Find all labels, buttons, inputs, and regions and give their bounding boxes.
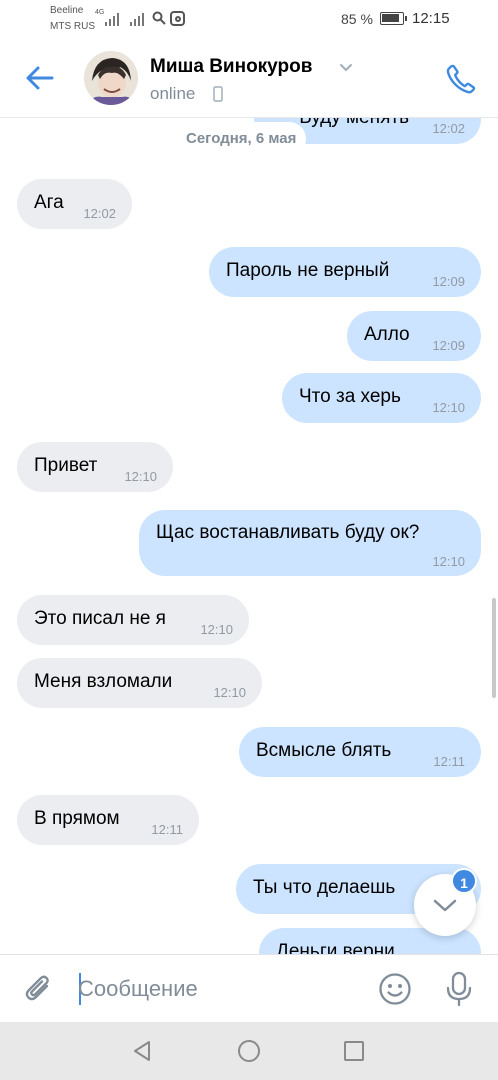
message-time: 12:10 bbox=[432, 400, 465, 415]
message-time: 12:10 bbox=[200, 622, 233, 637]
battery-percent: 85 % bbox=[341, 11, 373, 27]
message-time: 12:11 bbox=[151, 822, 183, 837]
message-time: 12:10 bbox=[432, 554, 465, 569]
system-navigation-bar bbox=[0, 1022, 498, 1080]
message-bubble-out[interactable]: Щас востанавливать буду ок? 12:10 bbox=[139, 510, 481, 576]
message-time: 12:10 bbox=[124, 469, 157, 484]
message-bubble-out[interactable]: Пароль не верный 12:09 bbox=[209, 247, 481, 297]
message-time: 12:09 bbox=[432, 274, 465, 289]
message-time: 12:10 bbox=[213, 685, 246, 700]
message-text: Щас востанавливать буду ок? bbox=[156, 522, 420, 543]
message-time: 12:11 bbox=[433, 754, 465, 769]
message-bubble-out[interactable]: Что за херь 12:10 bbox=[282, 373, 481, 423]
nav-home-icon[interactable] bbox=[238, 1040, 260, 1062]
signal-icon-2 bbox=[130, 13, 144, 26]
instagram-icon bbox=[170, 11, 185, 26]
message-input[interactable] bbox=[78, 969, 358, 1009]
chat-header: Миша Винокуров online bbox=[0, 38, 498, 118]
message-bubble-in[interactable]: В прямом 12:11 bbox=[17, 795, 199, 845]
signal-icon bbox=[105, 13, 119, 26]
message-composer bbox=[0, 954, 498, 1022]
carrier-name-2: MTS RUS bbox=[50, 21, 95, 32]
arrow-left-icon bbox=[26, 66, 54, 90]
message-text: Ага bbox=[34, 192, 64, 213]
message-text: Привет bbox=[34, 455, 98, 476]
chevron-down-icon[interactable] bbox=[338, 60, 354, 74]
scrollbar[interactable] bbox=[492, 598, 496, 698]
carrier-name-1: Beeline bbox=[50, 5, 84, 16]
status-clock: 12:15 bbox=[412, 10, 450, 27]
battery-icon bbox=[380, 12, 407, 25]
message-time: 12:02 bbox=[83, 206, 116, 221]
call-button[interactable] bbox=[442, 60, 480, 98]
phone-icon bbox=[446, 64, 476, 94]
search-icon bbox=[152, 11, 166, 25]
message-text: Ты что делаешь bbox=[253, 877, 396, 898]
message-text: В прямом bbox=[34, 808, 120, 829]
message-text: Деньги верни bbox=[276, 941, 395, 954]
paperclip-icon[interactable] bbox=[20, 971, 56, 1007]
message-bubble-in[interactable]: Меня взломали 12:10 bbox=[17, 658, 262, 708]
message-bubble-in[interactable]: Это писал не я 12:10 bbox=[17, 595, 249, 645]
unread-badge: 1 bbox=[451, 868, 477, 894]
nav-back-icon[interactable] bbox=[131, 1040, 153, 1062]
message-text: Меня взломали bbox=[34, 671, 173, 692]
network-type: 4G bbox=[95, 9, 105, 16]
date-separator: Сегодня, 6 мая bbox=[176, 122, 307, 156]
message-text: Пароль не верный bbox=[226, 260, 390, 281]
message-text: Алло bbox=[364, 324, 410, 345]
message-time: 12:09 bbox=[432, 338, 465, 353]
chevron-down-icon bbox=[433, 899, 457, 912]
status-bar: Beeline MTS RUS 4G 85 % 12:15 bbox=[0, 0, 498, 38]
smile-icon[interactable] bbox=[378, 972, 412, 1006]
message-text: Всмысле блять bbox=[256, 740, 392, 761]
avatar-image bbox=[84, 51, 138, 105]
message-list[interactable]: Буду менять 12:02 Сегодня, 6 мая Ага 12:… bbox=[0, 118, 498, 954]
message-bubble-in[interactable]: Привет 12:10 bbox=[17, 442, 173, 492]
mobile-device-icon bbox=[213, 86, 223, 102]
avatar[interactable] bbox=[84, 51, 138, 105]
nav-recent-apps-icon[interactable] bbox=[344, 1041, 364, 1061]
message-time: 12:02 bbox=[432, 121, 465, 136]
message-bubble-out[interactable]: Всмысле блять 12:11 bbox=[239, 727, 481, 777]
message-bubble-out[interactable]: Алло 12:09 bbox=[347, 311, 481, 361]
message-text: Буду менять bbox=[299, 118, 409, 129]
online-status: online bbox=[150, 84, 196, 103]
message-text: Это писал не я bbox=[34, 608, 166, 629]
message-text: Что за херь bbox=[299, 386, 401, 407]
microphone-icon[interactable] bbox=[442, 970, 476, 1008]
back-button[interactable] bbox=[22, 60, 58, 96]
message-bubble-in[interactable]: Ага 12:02 bbox=[17, 179, 132, 229]
contact-name[interactable]: Миша Винокуров bbox=[150, 56, 312, 78]
